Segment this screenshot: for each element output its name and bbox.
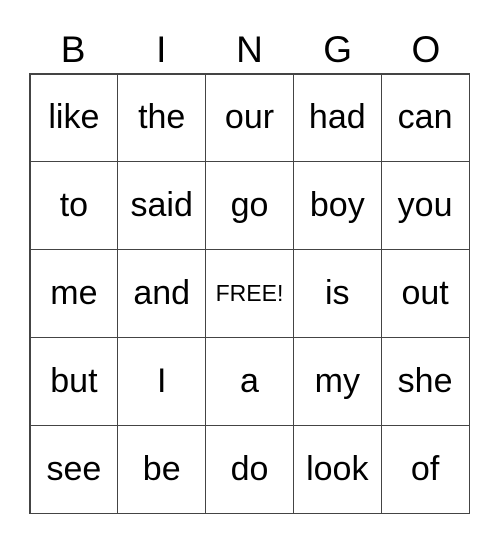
bingo-cell[interactable]: she <box>380 336 470 426</box>
bingo-cell[interactable]: boy <box>292 161 382 251</box>
bingo-cell[interactable]: can <box>380 73 470 163</box>
bingo-cell[interactable]: our <box>205 73 294 163</box>
header-letter: G <box>323 29 353 70</box>
bingo-cell[interactable]: is <box>292 249 382 338</box>
bingo-cell[interactable]: to <box>29 161 119 251</box>
header-letter: N <box>236 29 263 70</box>
bingo-cell[interactable]: you <box>380 161 470 251</box>
bingo-cell[interactable]: go <box>205 161 294 251</box>
bingo-cell[interactable]: but <box>29 336 119 426</box>
bingo-cell[interactable]: the <box>117 73 207 163</box>
bingo-cell[interactable]: my <box>292 336 382 426</box>
bingo-cell[interactable]: see <box>29 424 119 514</box>
free-space-cell[interactable]: FREE! <box>205 249 294 338</box>
bingo-cell[interactable]: do <box>205 424 294 514</box>
bingo-cell[interactable]: and <box>117 249 207 338</box>
bingo-grid: like the our had can to said go boy you me and FREE!… <box>29 73 470 514</box>
header-letter: I <box>156 29 167 70</box>
bingo-cell[interactable]: of <box>380 424 470 514</box>
header-letter: O <box>411 29 441 70</box>
bingo-cell[interactable]: look <box>292 424 382 514</box>
bingo-cell[interactable]: said <box>117 161 207 251</box>
bingo-cell[interactable]: I <box>117 336 207 426</box>
bingo-cell[interactable]: had <box>292 73 382 163</box>
bingo-header: BINGO <box>29 28 470 72</box>
bingo-cell[interactable]: like <box>29 73 119 163</box>
bingo-cell[interactable]: me <box>29 249 119 338</box>
bingo-cell[interactable]: a <box>205 336 294 426</box>
bingo-cell[interactable]: be <box>117 424 207 514</box>
bingo-cell[interactable]: out <box>380 249 470 338</box>
header-letter: B <box>60 29 86 70</box>
